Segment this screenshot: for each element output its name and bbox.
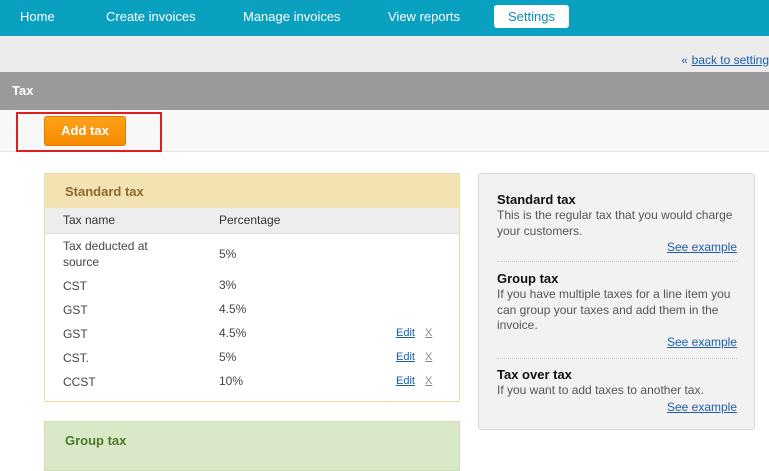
delete-link[interactable]: X [425, 327, 432, 339]
see-example-link[interactable]: See example [497, 335, 737, 349]
table-row: Tax deducted at source 5% [45, 237, 459, 271]
help-text: If you want to add taxes to another tax. [497, 383, 704, 397]
percentage-cell: 4.5% [219, 302, 247, 316]
table-row: CST. 5% Edit X [45, 350, 459, 368]
divider [497, 261, 737, 262]
divider [497, 358, 737, 359]
group-tax-panel: Group tax [44, 421, 460, 471]
percentage-cell: 4.5% [219, 326, 247, 340]
help-section-group-tax: Group tax If you have multiple taxes for… [497, 271, 737, 349]
percentage-cell: 5% [219, 350, 237, 364]
nav-view-reports[interactable]: View reports [388, 0, 460, 36]
help-title: Tax over tax [497, 367, 572, 382]
tax-name-cell: CST [63, 279, 87, 293]
table-header: Tax name Percentage [45, 208, 459, 234]
table-row: CST 3% [45, 278, 459, 296]
back-to-settings-label: back to settings [691, 53, 769, 67]
nav-create-invoices[interactable]: Create invoices [106, 0, 196, 36]
double-chevron-left-icon: « [681, 55, 688, 67]
percentage-cell: 10% [219, 374, 244, 388]
top-nav: Home Create invoices Manage invoices Vie… [0, 0, 769, 36]
help-title: Standard tax [497, 192, 576, 207]
percentage-cell: 5% [219, 247, 237, 261]
table-row: GST 4.5% Edit X [45, 326, 459, 344]
title-bar: Tax [0, 72, 769, 110]
percentage-cell: 3% [219, 278, 237, 292]
help-section-standard-tax: Standard tax This is the regular tax tha… [497, 192, 737, 254]
help-title: Group tax [497, 271, 559, 286]
nav-settings[interactable]: Settings [494, 5, 569, 28]
back-to-settings-link[interactable]: «back to settings [681, 53, 769, 67]
group-tax-title: Group tax [65, 433, 127, 448]
delete-link[interactable]: X [425, 375, 432, 387]
edit-link[interactable]: Edit [396, 351, 415, 363]
table-row: GST 4.5% [45, 302, 459, 320]
help-text: If you have multiple taxes for a line it… [497, 287, 731, 332]
nav-home[interactable]: Home [20, 0, 55, 36]
help-panel: Standard tax This is the regular tax tha… [478, 173, 755, 430]
help-section-tax-over-tax: Tax over tax If you want to add taxes to… [497, 367, 737, 414]
edit-link[interactable]: Edit [396, 327, 415, 339]
page-title: Tax [12, 83, 34, 98]
nav-manage-invoices[interactable]: Manage invoices [243, 0, 341, 36]
sub-bar: «back to settings [0, 36, 769, 72]
edit-link[interactable]: Edit [396, 375, 415, 387]
tax-name-cell: GST [63, 303, 88, 317]
standard-tax-header: Standard tax [45, 174, 459, 208]
delete-link[interactable]: X [425, 351, 432, 363]
see-example-link[interactable]: See example [497, 240, 737, 254]
tax-name-cell: CST. [63, 351, 90, 365]
standard-tax-panel: Standard tax Tax name Percentage Tax ded… [44, 173, 460, 402]
column-header-tax-name: Tax name [63, 213, 116, 227]
see-example-link[interactable]: See example [497, 400, 737, 414]
help-text: This is the regular tax that you would c… [497, 208, 733, 238]
add-tax-button[interactable]: Add tax [44, 116, 126, 146]
tax-name-cell: Tax deducted at source [63, 239, 148, 269]
standard-tax-title: Standard tax [65, 184, 144, 199]
tax-name-cell: CCST [63, 375, 96, 389]
column-header-percentage: Percentage [219, 213, 281, 227]
table-row: CCST 10% Edit X [45, 374, 459, 392]
tax-name-cell: GST [63, 327, 88, 341]
